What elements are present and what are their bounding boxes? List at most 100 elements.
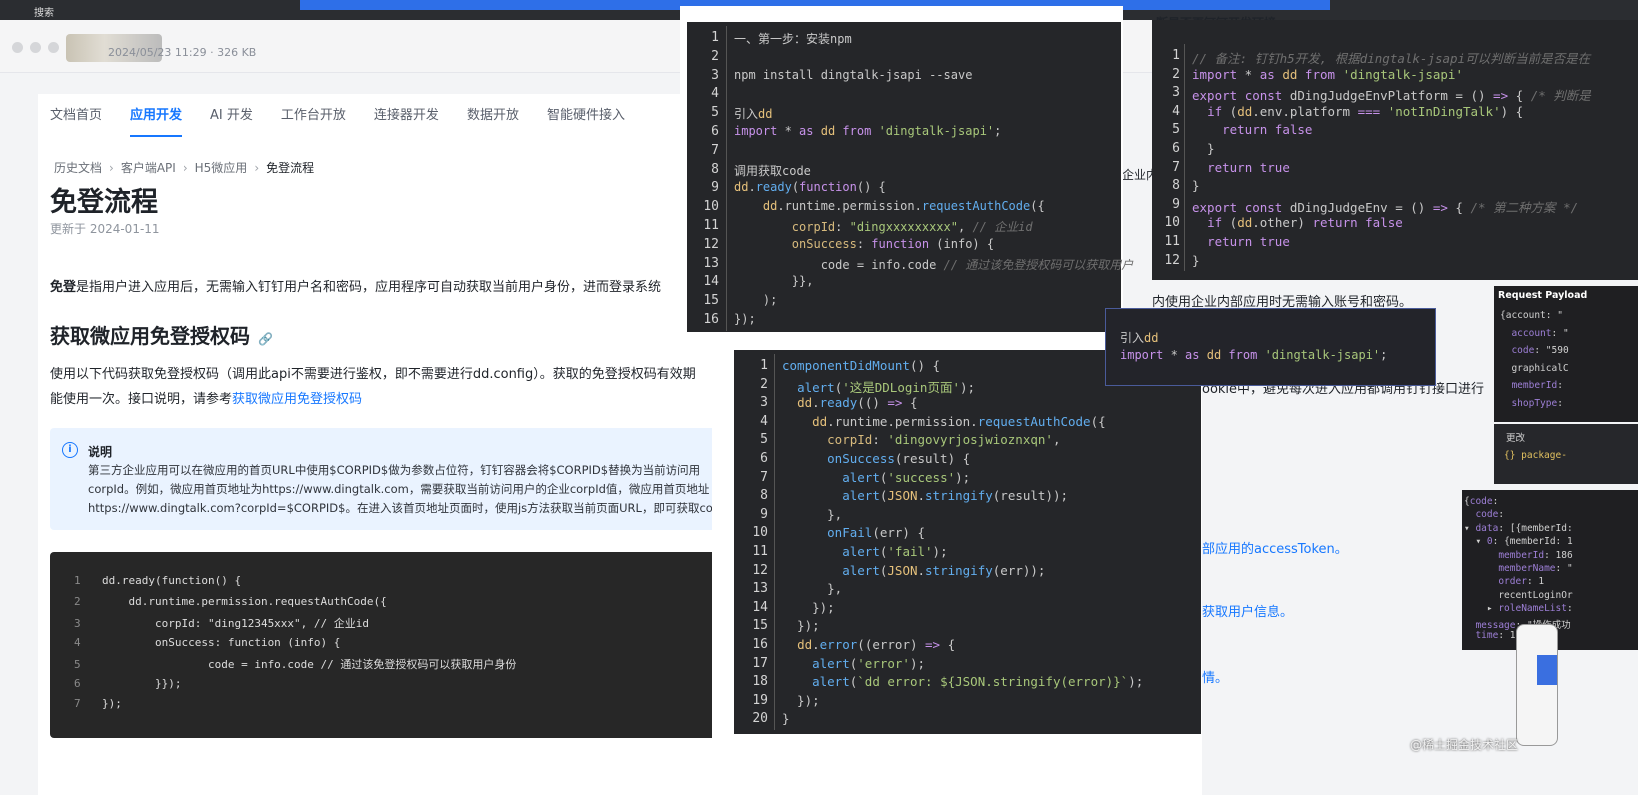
doc-code-line: 5 code = info.code // 通过该免登授权码可以获取用户身份 [74, 656, 516, 672]
nav-ai-dev[interactable]: AI 开发 [210, 104, 253, 137]
line-number: 11 [703, 218, 719, 233]
line-number: 2 [760, 376, 768, 392]
nav-data-open[interactable]: 数据开放 [467, 104, 519, 137]
line-number: 10 [1164, 215, 1180, 231]
line-number: 7 [1172, 159, 1180, 175]
doc-code-line: 3 corpId: "ding12345xxx", // 企业id [74, 615, 369, 631]
breadcrumb-item[interactable]: 历史文档 [54, 161, 102, 175]
line-number: 1 [1172, 48, 1180, 63]
line-number: 16 [703, 312, 719, 327]
line-number: 11 [752, 544, 768, 559]
line-number: 9 [711, 180, 719, 196]
code-panel-env: 1 // 备注: 钉钉h5开发, 根据dingtalk-jsapi可以判断当前是否… [1152, 20, 1638, 280]
code-line: 一、第一步：安装npm [734, 32, 852, 46]
line-number: 14 [703, 274, 719, 290]
code-line: } [782, 711, 790, 727]
note-line: https://www.dingtalk.com?corpId=$CORPID$… [88, 501, 713, 515]
code-line: 引入dd [1120, 331, 1159, 345]
line-number: 18 [752, 674, 768, 690]
doc-code-line: 7}); [74, 697, 122, 710]
note-title: 说明 [88, 445, 113, 459]
anchor-link-icon[interactable]: 🔗 [258, 332, 273, 346]
code-line: 引入dd [734, 107, 773, 122]
doc-code-text: }); [102, 697, 122, 710]
window-zoom-button[interactable] [48, 42, 59, 53]
search-label[interactable]: 搜索 [0, 4, 54, 19]
line-number: 8 [1172, 178, 1180, 194]
line-number: 10 [703, 199, 719, 215]
doc-link[interactable]: 情。 [1202, 667, 1228, 686]
line-number: 4 [760, 413, 768, 429]
doc-code-line: 2 dd.runtime.permission.requestAuthCode(… [74, 595, 387, 608]
code-line: dd.ready(function() { [734, 180, 886, 195]
line-number: 1 [760, 358, 768, 373]
code-line: } [1192, 141, 1215, 156]
code-line: ); [734, 293, 778, 308]
phone-mock [1516, 624, 1558, 746]
chevron-right-icon: › [109, 161, 114, 175]
back-button[interactable] [1537, 655, 1557, 685]
changes-item[interactable]: {} package- [1504, 450, 1567, 461]
doc-link[interactable]: 部应用的accessToken。 [1202, 538, 1348, 557]
payload-line: shopType: [1511, 398, 1563, 409]
payload-line: code: "590 [1511, 345, 1569, 357]
section-paragraph-line: 使用以下代码获取免登授权码（调用此api不需要进行鉴权，即不需要进行dd.con… [50, 367, 696, 382]
code-line: import * as dd from 'dingtalk-jsapi'; [734, 124, 1002, 138]
section-title: 获取微应用免登授权码 🔗 [50, 320, 273, 349]
nav-hardware[interactable]: 智能硬件接入 [547, 104, 625, 137]
line-number: 17 [752, 655, 768, 671]
window-minimize-button[interactable] [30, 42, 41, 53]
intro-text: 是指用户进入应用后，无需输入钉钉用户名和密码，应用程序可自动获取当前用户身份，进… [76, 280, 662, 295]
code-line: return true [1207, 159, 1290, 175]
code-line: }); [782, 692, 820, 708]
code-line: }); [782, 599, 835, 615]
line-number: 8 [711, 161, 719, 177]
nav-app-dev[interactable]: 应用开发 [130, 104, 183, 137]
nav-workbench[interactable]: 工作台开放 [281, 104, 346, 137]
code-line: if (dd.other) return false [1207, 215, 1403, 231]
line-number: 8 [760, 488, 768, 504]
breadcrumb-item[interactable]: 客户端API [121, 161, 176, 175]
doc-code-line: 6 }}); [74, 677, 181, 690]
breadcrumb: 历史文档 › 客户端API › H5微应用 › 免登流程 [54, 159, 314, 176]
line-number: 2 [1172, 66, 1180, 82]
section-paragraph: 使用以下代码获取免登授权码（调用此api不需要进行鉴权，即不需要进行dd.con… [50, 362, 730, 412]
section-paragraph-text: 能使用一次。接口说明，请参考 [50, 392, 233, 407]
line-number: 3 [711, 67, 719, 83]
top-nav: 文档首页 应用开发 AI 开发 工作台开放 连接器开发 数据开放 智能硬件接入 [50, 104, 653, 137]
payload-line: graphicalC [1500, 362, 1569, 374]
code-line: onSuccess(result) { [827, 451, 971, 466]
code-line: onFail(err) { [827, 525, 925, 541]
line-number: 19 [752, 692, 768, 708]
code-line: code = info.code // 通过该免登授权码可以获取用户 [734, 257, 1134, 272]
doc-code-text: dd.ready(function() { [102, 574, 242, 587]
code-panel-import: 引入dd import * as dd from 'dingtalk-jsapi'… [1105, 308, 1436, 386]
code-line: dd.runtime.permission.requestAuthCode({ [762, 199, 1045, 214]
breadcrumb-item[interactable]: H5微应用 [195, 161, 248, 175]
window-close-button[interactable] [12, 42, 23, 53]
doc-code-text: corpId: "ding12345xxx", // 企业id [102, 617, 370, 630]
code-line: dd.error((error) => { [797, 637, 956, 652]
code-line: return true [1207, 234, 1290, 249]
line-number: 3 [74, 617, 81, 630]
section-link[interactable]: 获取微应用免登授权码 [232, 392, 362, 407]
note-line: 第三方企业应用可以在微应用的首页URL中使用$CORPID$做为参数占位符，钉钉… [88, 463, 701, 477]
payload-title: Request Payload [1498, 290, 1588, 301]
code-line: }, [782, 581, 843, 597]
section-title-text: 获取微应用免登授权码 [50, 324, 250, 348]
doc-link[interactable]: 获取用户信息。 [1202, 601, 1293, 620]
response-line: ▾ 0: {memberId: 1 [1464, 536, 1573, 548]
line-number: 6 [711, 124, 719, 139]
changes-label[interactable]: 更改 [1506, 430, 1525, 444]
code-line: export const dDingJudgeEnv = () => { /* … [1192, 199, 1579, 215]
code-line: npm install dingtalk-jsapi --save [734, 67, 973, 82]
nav-doc-home[interactable]: 文档首页 [50, 104, 102, 137]
chevron-right-icon: › [182, 161, 188, 175]
page-title: 免登流程 [50, 187, 158, 218]
response-line: order: 1 [1498, 576, 1545, 588]
line-number: 15 [703, 293, 719, 309]
code-line: } [1192, 252, 1200, 268]
code-line: dd.runtime.permission.requestAuthCode({ [812, 413, 1106, 429]
code-line: onSuccess: function (info) { [791, 236, 995, 251]
nav-connector[interactable]: 连接器开发 [374, 104, 439, 137]
